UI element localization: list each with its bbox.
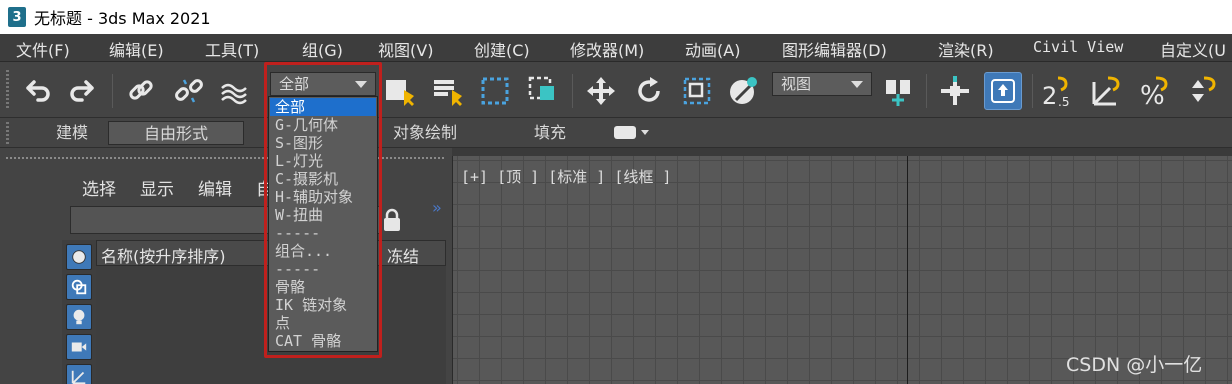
toolbar-separator	[572, 74, 573, 108]
ribbon-bar: 建模 自由形式 对象绘制 填充	[0, 118, 1232, 148]
chevron-down-icon[interactable]	[641, 130, 649, 135]
link-icon[interactable]	[122, 72, 160, 110]
explorer-filter-strip	[62, 240, 96, 384]
menu-create[interactable]: 创建(C)	[474, 37, 530, 61]
reference-coordinate-value: 视图	[781, 75, 812, 93]
main-toolbar: 全部 视图 2 .5 %	[0, 62, 1232, 118]
select-object-icon[interactable]	[380, 72, 418, 110]
svg-text:%: %	[1140, 81, 1165, 108]
ribbon-grip[interactable]	[6, 122, 9, 144]
explorer-menu-select[interactable]: 选择	[82, 175, 116, 200]
sphere-icon[interactable]	[66, 244, 92, 270]
chevron-down-icon	[851, 81, 863, 88]
explorer-menu-edit[interactable]: 编辑	[198, 175, 232, 200]
menu-edit[interactable]: 编辑(E)	[109, 37, 164, 61]
svg-text:.5: .5	[1058, 95, 1069, 108]
viewport-label[interactable]: [+] [顶 ] [标准 ] [线框 ]	[461, 166, 671, 187]
title-bar: 3 无标题 - 3ds Max 2021	[0, 0, 1232, 34]
explorer-menu-display[interactable]: 显示	[140, 175, 174, 200]
column-name-header[interactable]: 名称(按升序排序)	[101, 243, 226, 267]
undo-icon[interactable]	[18, 72, 56, 110]
toolbar-separator	[1032, 74, 1033, 108]
window-crossing-icon[interactable]	[524, 72, 562, 110]
column-frozen-header[interactable]: 冻结	[387, 243, 419, 267]
helper-icon[interactable]	[66, 364, 92, 384]
camera-icon[interactable]	[66, 334, 92, 360]
angle-snap-icon[interactable]	[1088, 72, 1126, 110]
select-by-name-icon[interactable]	[428, 72, 466, 110]
menu-animation[interactable]: 动画(A)	[685, 37, 740, 61]
menu-bar: 文件(F) 编辑(E) 工具(T) 组(G) 视图(V) 创建(C) 修改器(M…	[0, 34, 1232, 62]
pivot-center-icon[interactable]	[880, 72, 918, 110]
scale-icon[interactable]	[678, 72, 716, 110]
svg-text:2: 2	[1042, 82, 1057, 108]
ribbon-options-icon[interactable]	[614, 126, 636, 139]
menu-group[interactable]: 组(G)	[302, 37, 343, 61]
app-window: 3 无标题 - 3ds Max 2021 文件(F) 编辑(E) 工具(T) 组…	[0, 0, 1232, 384]
redo-icon[interactable]	[64, 72, 102, 110]
tab-populate[interactable]: 填充	[520, 121, 580, 145]
window-title: 无标题 - 3ds Max 2021	[34, 9, 211, 28]
lock-icon[interactable]	[382, 208, 402, 232]
percent-snap-icon[interactable]: %	[1136, 72, 1174, 110]
expand-icon[interactable]: »	[432, 198, 442, 217]
select-manipulate-icon[interactable]	[936, 72, 974, 110]
shapes-icon[interactable]	[66, 274, 92, 300]
menu-customize[interactable]: 自定义(U	[1160, 37, 1226, 61]
menu-file[interactable]: 文件(F)	[16, 37, 70, 61]
app-logo-icon: 3	[8, 7, 26, 27]
tab-object-paint[interactable]: 对象绘制	[380, 121, 470, 145]
light-icon[interactable]	[66, 304, 92, 330]
annotation-highlight-box	[264, 62, 382, 358]
keyboard-shortcut-toggle-icon[interactable]	[984, 72, 1022, 110]
tab-freeform[interactable]: 自由形式	[108, 121, 244, 145]
menu-rendering[interactable]: 渲染(R)	[938, 37, 994, 61]
bind-space-warp-icon[interactable]	[216, 72, 254, 110]
menu-tools[interactable]: 工具(T)	[205, 37, 259, 61]
scene-explorer: 选择 显示 编辑 自 » 名称(按升序排序) 冻结	[0, 148, 452, 384]
menu-graph-editors[interactable]: 图形编辑器(D)	[782, 37, 887, 61]
rectangular-selection-icon[interactable]	[476, 72, 514, 110]
rotate-icon[interactable]	[630, 72, 668, 110]
unlink-icon[interactable]	[170, 72, 208, 110]
snaps-toggle-icon[interactable]: 2.5	[1038, 72, 1076, 110]
toolbar-separator	[926, 74, 927, 108]
move-icon[interactable]	[582, 72, 620, 110]
toolbar-separator	[112, 74, 113, 108]
menu-views[interactable]: 视图(V)	[378, 37, 433, 61]
toolbar-grip[interactable]	[6, 70, 9, 110]
spinner-snap-icon[interactable]	[1182, 72, 1220, 110]
placement-icon[interactable]	[724, 72, 762, 110]
tab-modeling[interactable]: 建模	[34, 121, 110, 145]
watermark: CSDN @小一亿	[1066, 354, 1203, 376]
menu-modifiers[interactable]: 修改器(M)	[570, 37, 644, 61]
reference-coordinate-dropdown[interactable]: 视图	[772, 72, 872, 96]
viewport-axis-line	[907, 156, 908, 384]
menu-civil-view[interactable]: Civil View	[1033, 38, 1123, 56]
